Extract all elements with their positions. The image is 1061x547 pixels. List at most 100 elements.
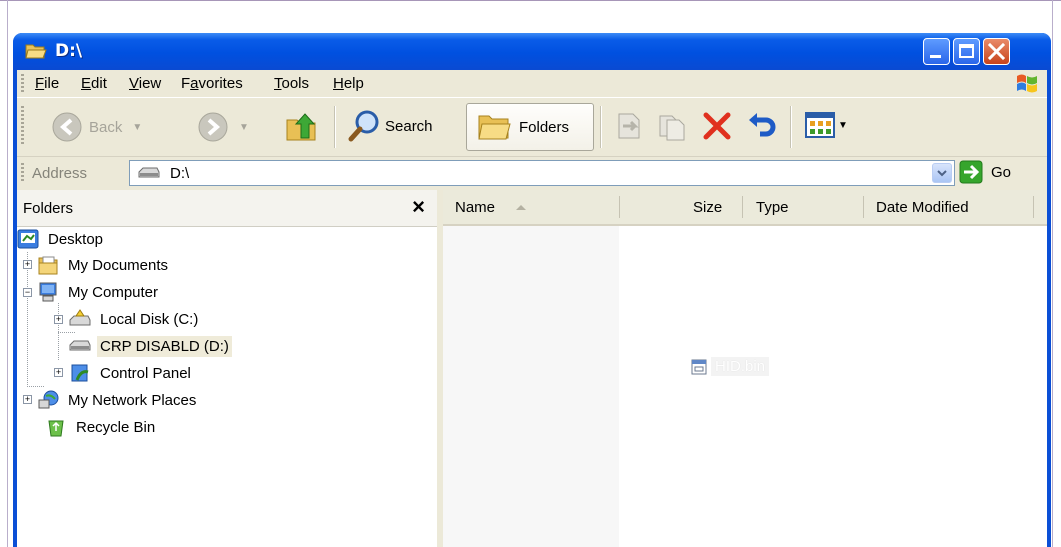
column-separator[interactable] (1033, 196, 1034, 218)
explorer-window: D:\ File Edit View Favorites Tools Help (13, 33, 1051, 547)
tree-item-desktop[interactable]: Desktop (17, 226, 106, 252)
local-disk-icon (69, 309, 91, 326)
toolbar-grip[interactable] (21, 106, 24, 146)
column-header-name[interactable]: Name (455, 190, 527, 224)
back-label: Back (89, 118, 123, 136)
expand-plus-icon[interactable]: + (23, 395, 32, 404)
address-dropdown-button[interactable] (932, 163, 952, 183)
maximize-button[interactable] (953, 38, 980, 65)
recycle-bin-icon (48, 420, 64, 437)
undo-button[interactable] (746, 110, 778, 142)
back-arrow-icon (52, 112, 82, 142)
tree-label-my-network-places: My Network Places (68, 391, 197, 409)
up-folder-button[interactable] (283, 108, 319, 144)
column-separator[interactable] (863, 196, 864, 218)
search-button[interactable]: Search (347, 109, 433, 143)
tree-label-desktop: Desktop (48, 230, 104, 248)
tree-item-recycle-bin[interactable]: Recycle Bin (45, 414, 158, 440)
back-dropdown-icon[interactable]: ▼ (132, 122, 142, 133)
toolbar-separator (334, 106, 336, 148)
folders-label: Folders (519, 119, 570, 136)
menu-tools[interactable]: Tools (274, 75, 309, 92)
expand-plus-icon[interactable]: + (54, 315, 63, 324)
tree-item-my-computer[interactable]: My Computer (37, 279, 161, 305)
delete-button[interactable] (701, 110, 733, 142)
tree-label-local-disk: Local Disk (C:) (100, 310, 199, 328)
tree-item-crp-disabld-d[interactable]: CRP DISABLD (D:) (69, 333, 232, 359)
menu-file[interactable]: File (35, 75, 59, 92)
expand-plus-icon[interactable]: + (23, 260, 32, 269)
tree-item-my-network-places[interactable]: My Network Places (37, 387, 199, 413)
toolbar-separator (790, 106, 792, 148)
menu-help[interactable]: Help (333, 75, 364, 92)
windows-logo-icon (1017, 74, 1037, 93)
folders-button[interactable]: Folders (466, 103, 594, 151)
folders-pane-close-button[interactable]: × (412, 194, 425, 220)
tree-item-control-panel[interactable]: Control Panel (69, 360, 194, 386)
copy-to-button[interactable] (656, 110, 688, 142)
tree-label-recycle-bin: Recycle Bin (76, 418, 156, 436)
file-list-pane: Name Size Type Date Modified HID.bin (443, 190, 1047, 547)
forward-button[interactable]: ▼ (197, 111, 249, 143)
outer-frame-right (1052, 0, 1053, 547)
address-bar: Address D:\ Go (17, 157, 1047, 189)
expand-plus-icon[interactable]: + (54, 368, 63, 377)
tree-label-control-panel: Control Panel (100, 364, 191, 382)
search-label: Search (385, 117, 433, 135)
drive-icon (138, 167, 160, 178)
folders-icon (478, 115, 511, 140)
menu-bar: File Edit View Favorites Tools Help (17, 70, 1047, 98)
address-value: D:\ (170, 165, 190, 182)
search-icon (348, 110, 379, 142)
forward-dropdown-icon[interactable]: ▼ (239, 122, 249, 133)
views-button[interactable]: ▼ (805, 112, 848, 138)
maximize-icon (959, 44, 974, 58)
file-list-header: Name Size Type Date Modified (443, 190, 1047, 226)
address-input[interactable]: D:\ (129, 160, 955, 186)
close-icon (987, 42, 1006, 61)
sorted-column-highlight (443, 226, 619, 547)
go-label: Go (991, 163, 1012, 181)
column-header-size[interactable]: Size (693, 190, 722, 224)
tree-label-my-computer: My Computer (68, 283, 159, 301)
minimize-button[interactable] (923, 38, 950, 65)
menu-edit[interactable]: Edit (81, 75, 107, 92)
column-header-type[interactable]: Type (756, 190, 789, 224)
column-label-size: Size (693, 198, 723, 216)
standard-toolbar: Back ▼ ▼ Search Folders ▼ (17, 98, 1047, 157)
my-computer-icon (39, 282, 57, 302)
column-header-date-modified[interactable]: Date Modified (876, 190, 969, 224)
addressbar-grip[interactable] (21, 163, 24, 183)
sort-ascending-icon (516, 205, 527, 210)
go-arrow-icon (959, 160, 983, 184)
move-to-button[interactable] (613, 110, 645, 142)
address-label: Address (32, 165, 88, 182)
views-dropdown-icon[interactable]: ▼ (838, 120, 848, 131)
control-panel-icon (71, 364, 89, 382)
column-separator[interactable] (619, 196, 620, 218)
move-to-icon (618, 113, 640, 139)
file-item-hid-bin[interactable]: HID.bin (691, 357, 770, 376)
column-label-name: Name (455, 198, 496, 216)
up-folder-icon (286, 113, 316, 141)
tree-item-local-disk-c[interactable]: Local Disk (C:) (69, 306, 201, 332)
back-button[interactable]: Back ▼ (51, 111, 142, 143)
go-button[interactable]: Go (959, 160, 1011, 184)
title-bar[interactable]: D:\ (13, 33, 1051, 70)
removable-drive-icon (69, 340, 91, 351)
menu-view[interactable]: View (129, 75, 161, 92)
menubar-grip[interactable] (21, 74, 24, 93)
tree-item-my-documents[interactable]: My Documents (37, 252, 171, 278)
window-title: D:\ (55, 41, 83, 61)
tree-label-crp-disabld: CRP DISABLD (D:) (97, 335, 232, 357)
chevron-down-icon (937, 170, 947, 177)
collapse-minus-icon[interactable]: − (23, 288, 32, 297)
folders-pane-header: Folders × (17, 190, 437, 227)
close-button[interactable] (983, 38, 1010, 65)
delete-x-icon (703, 112, 731, 140)
network-places-icon (38, 390, 59, 409)
folders-pane: Folders × Desktop + My Documents − My Co… (17, 190, 438, 547)
menu-favorites[interactable]: Favorites (181, 75, 243, 92)
column-separator[interactable] (742, 196, 743, 218)
views-icon (805, 112, 835, 138)
